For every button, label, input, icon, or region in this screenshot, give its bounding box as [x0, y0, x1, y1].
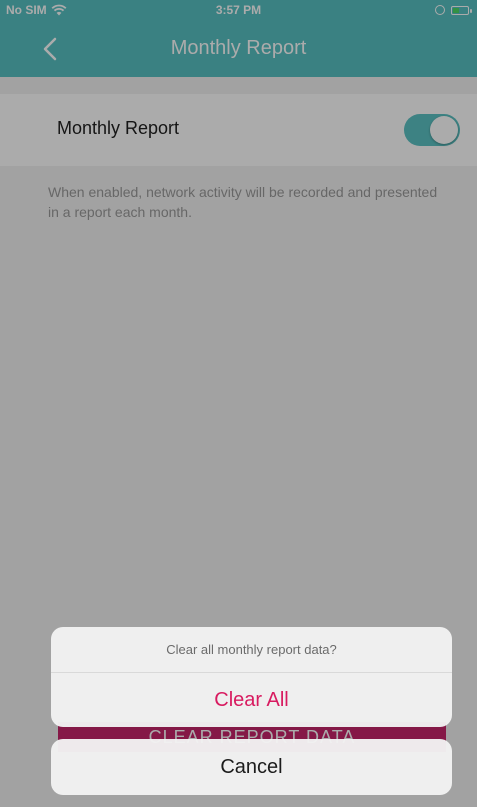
action-sheet-cancel-group: Cancel	[51, 739, 452, 795]
clear-all-button[interactable]: Clear All	[51, 673, 452, 727]
cancel-button[interactable]: Cancel	[51, 739, 452, 795]
screen: No SIM 3:57 PM Monthly Report Monthly Re…	[0, 0, 477, 807]
action-sheet: Clear all monthly report data? Clear All	[51, 627, 452, 727]
action-sheet-message: Clear all monthly report data?	[51, 627, 452, 673]
